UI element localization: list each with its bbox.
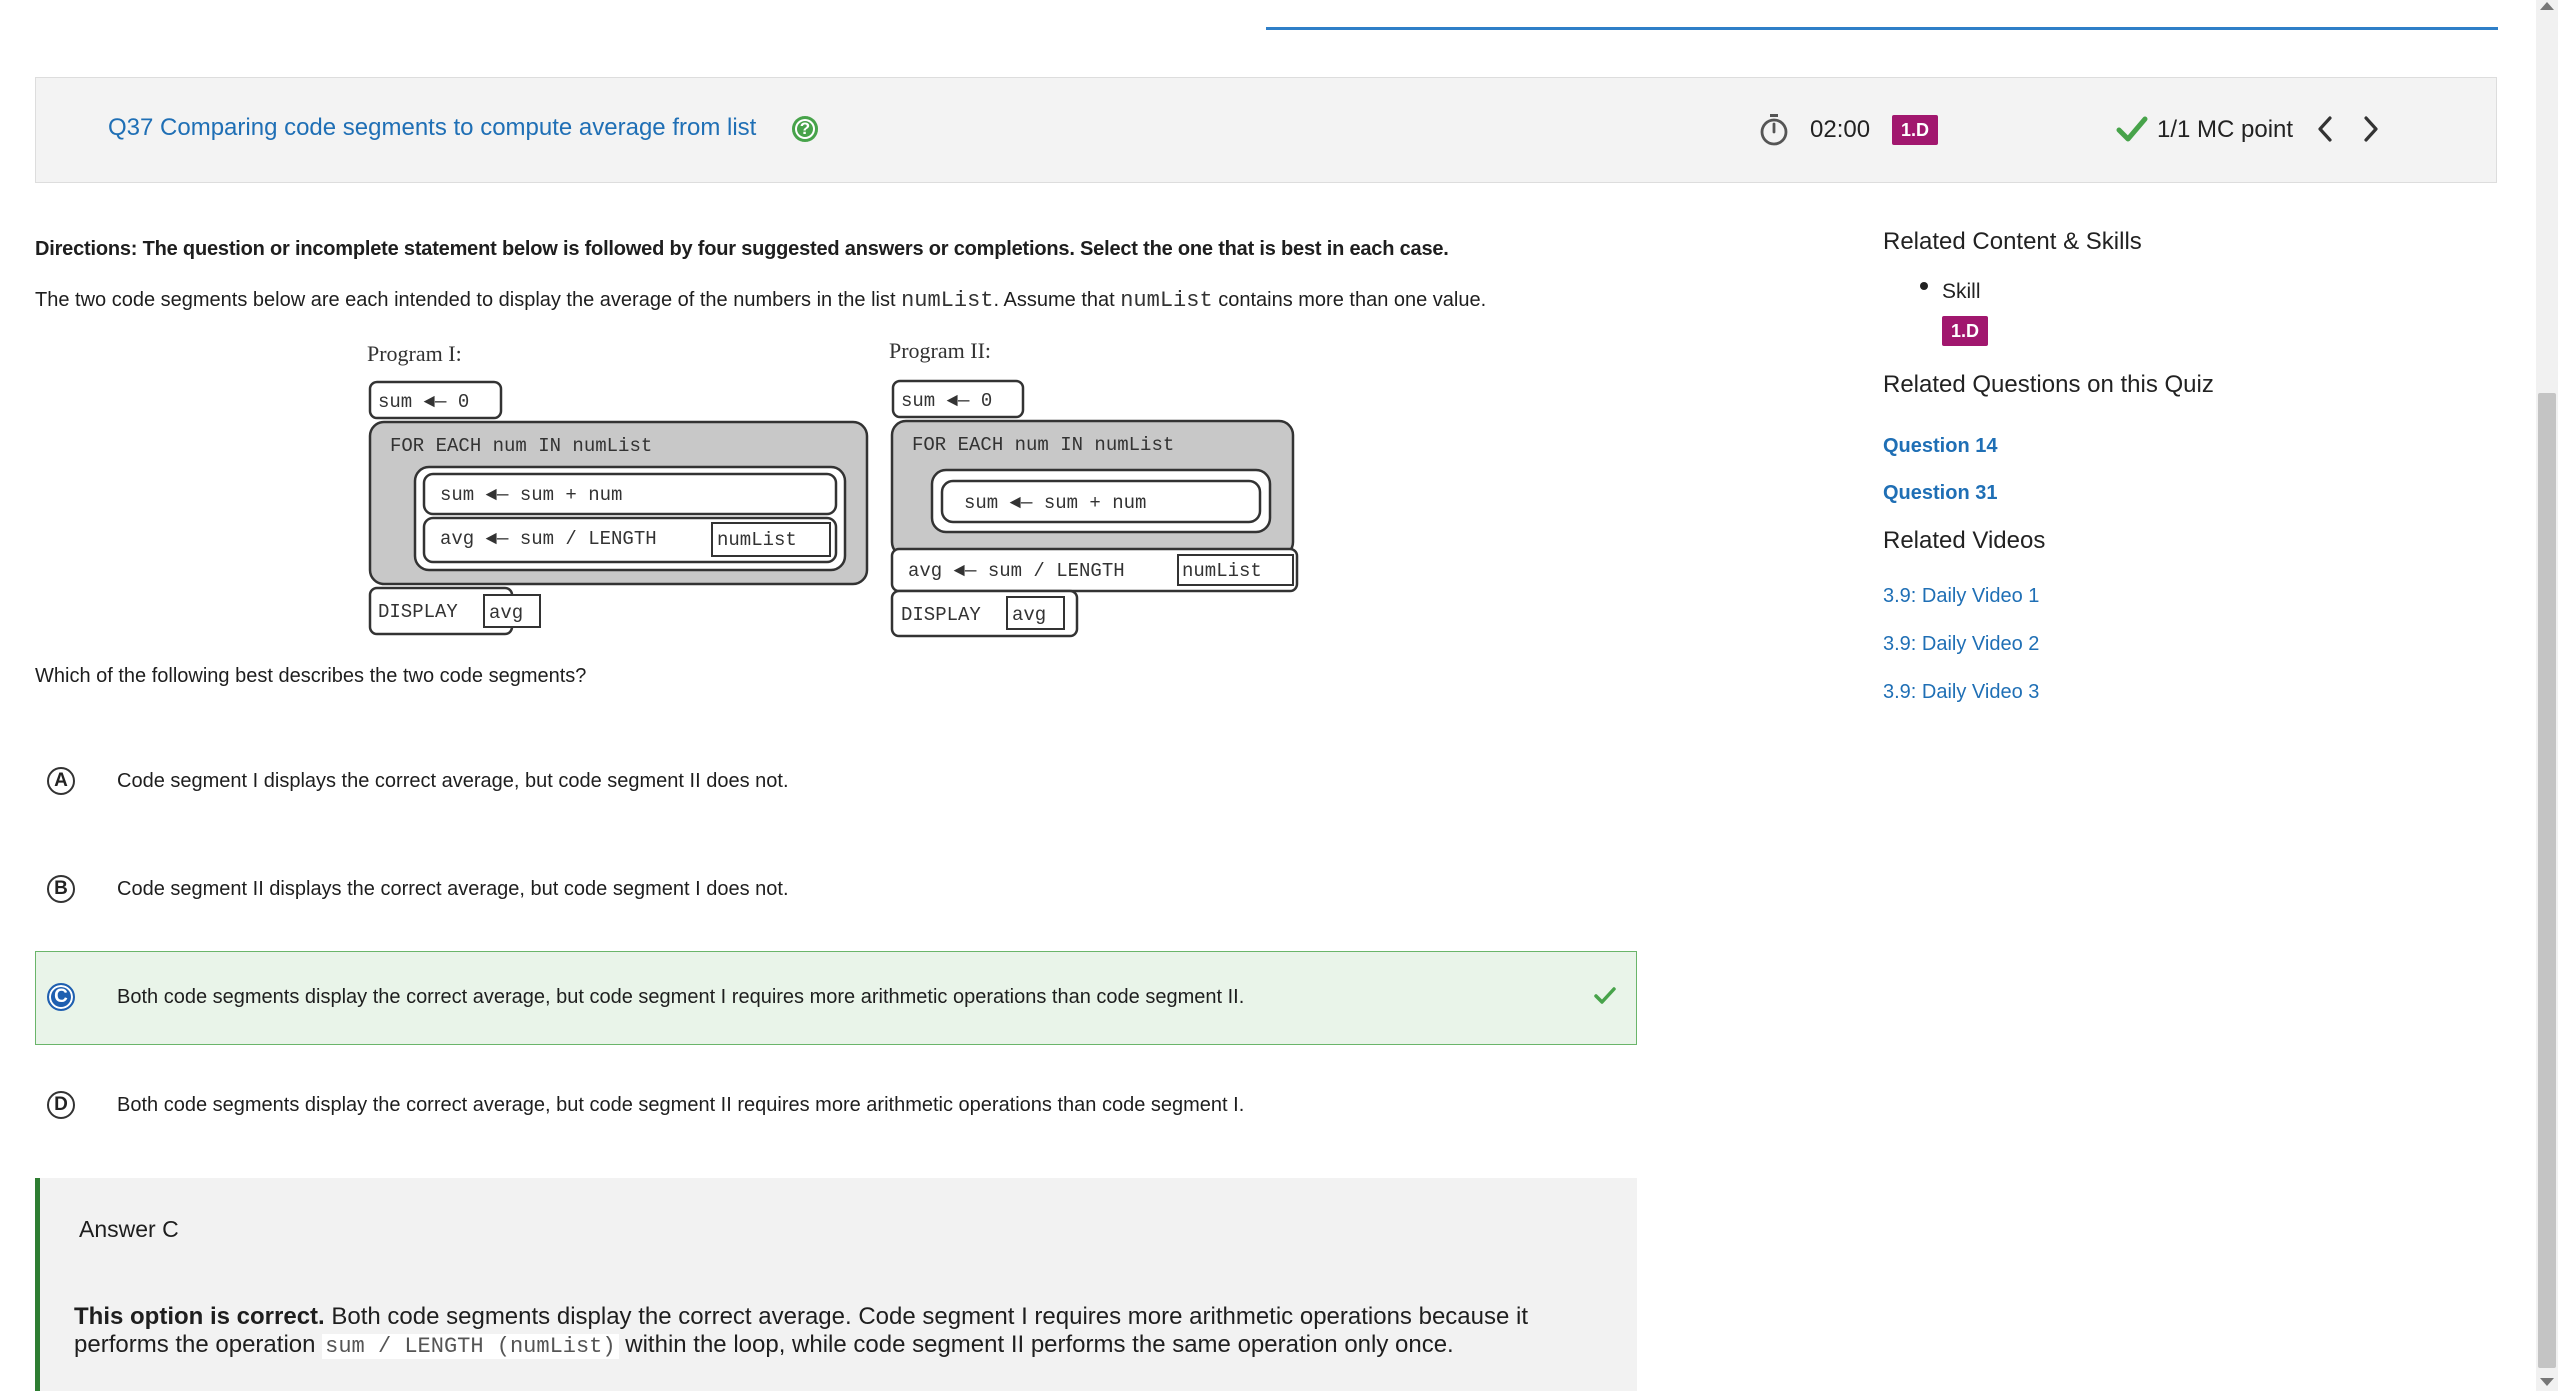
related-video-link[interactable]: 3.9: Daily Video 3 xyxy=(1883,681,2039,704)
program-2-after: avg ◄— sum / LENGTH xyxy=(908,560,1125,582)
scrollbar-thumb[interactable] xyxy=(2538,393,2556,1368)
program-1-display: DISPLAY xyxy=(378,601,458,623)
choice-text: Both code segments display the correct a… xyxy=(117,986,1245,1008)
program-1-display-box: avg xyxy=(489,602,523,624)
related-videos-heading: Related Videos xyxy=(1883,527,2046,554)
program-2-diagram: Program II: sum ◄— 0 FOR EACH num IN num… xyxy=(889,338,1299,638)
program-1-body2-box: numList xyxy=(717,529,797,551)
program-1-loop: FOR EACH num IN numList xyxy=(390,435,652,457)
program-2-label: Program II: xyxy=(889,338,991,363)
checkmark-icon xyxy=(2116,116,2148,142)
related-content-heading: Related Content & Skills xyxy=(1883,228,2142,255)
timer: 02:00 xyxy=(1810,116,1871,143)
mc-points: 1/1 MC point xyxy=(2157,116,2294,143)
choice-d[interactable]: D Both code segments display the correct… xyxy=(35,1059,1637,1153)
program-2-body1: sum ◄— sum + num xyxy=(964,492,1146,514)
question-header: Q37 Comparing code segments to compute a… xyxy=(35,77,2497,183)
skill-label: Skill xyxy=(1942,280,1981,303)
choice-text: Both code segments display the correct a… xyxy=(117,1094,1245,1116)
answer-explanation: This option is correct. Both code segmen… xyxy=(74,1303,1528,1359)
program-1-init: sum ◄— 0 xyxy=(378,391,469,413)
program-2-display-box: avg xyxy=(1012,604,1046,626)
program-1-diagram: Program I: sum ◄— 0 FOR EACH num IN numL… xyxy=(367,341,869,636)
code-inline: sum / LENGTH (numList) xyxy=(322,1334,619,1359)
choice-c[interactable]: C Both code segments display the correct… xyxy=(35,951,1637,1045)
question-text: Which of the following best describes th… xyxy=(35,665,587,687)
directions: Directions: The question or incomplete s… xyxy=(35,238,1449,260)
scroll-down-arrow-icon[interactable] xyxy=(2540,1378,2554,1386)
answer-panel: Answer C This option is correct. Both co… xyxy=(35,1178,1637,1391)
question-prompt: The two code segments below are each int… xyxy=(35,288,1487,313)
choice-letter: D xyxy=(47,1091,75,1119)
code-numlist: numList xyxy=(1120,288,1213,313)
progress-line xyxy=(1266,27,2498,30)
program-1-label: Program I: xyxy=(367,341,462,366)
program-2-loop: FOR EACH num IN numList xyxy=(912,434,1174,456)
code-numlist: numList xyxy=(901,288,994,313)
skill-badge: 1.D xyxy=(1892,115,1939,145)
choice-letter: C xyxy=(47,983,75,1011)
program-2-init: sum ◄— 0 xyxy=(901,390,992,412)
choice-text: Code segment II displays the correct ave… xyxy=(117,878,789,900)
choice-letter: B xyxy=(47,875,75,903)
related-questions-heading: Related Questions on this Quiz xyxy=(1883,371,2214,398)
correct-check-icon xyxy=(1594,987,1616,1004)
scroll-up-arrow-icon[interactable] xyxy=(2540,2,2554,10)
program-2-display: DISPLAY xyxy=(901,604,981,626)
related-video-link[interactable]: 3.9: Daily Video 2 xyxy=(1883,633,2039,656)
related-question-link[interactable]: Question 31 xyxy=(1883,482,1997,505)
chevron-left-icon[interactable] xyxy=(2314,114,2336,144)
related-question-link[interactable]: Question 14 xyxy=(1883,435,1997,458)
choice-text: Code segment I displays the correct aver… xyxy=(117,770,789,792)
program-2-after-box: numList xyxy=(1182,560,1262,582)
program-figure: Program I: sum ◄— 0 FOR EACH num IN numL… xyxy=(367,338,1299,638)
choice-letter: A xyxy=(47,767,75,795)
program-1-body1: sum ◄— sum + num xyxy=(440,484,622,506)
question-title: Q37 Comparing code segments to compute a… xyxy=(108,114,757,141)
related-video-link[interactable]: 3.9: Daily Video 1 xyxy=(1883,585,2039,608)
chevron-right-icon[interactable] xyxy=(2360,114,2382,144)
stopwatch-icon xyxy=(1760,114,1788,146)
bullet xyxy=(1920,282,1928,290)
choice-a[interactable]: A Code segment I displays the correct av… xyxy=(35,735,1637,829)
program-1-body2: avg ◄— sum / LENGTH xyxy=(440,528,657,550)
help-icon[interactable]: ? xyxy=(792,116,818,142)
skill-badge: 1.D xyxy=(1942,316,1989,346)
choice-b[interactable]: B Code segment II displays the correct a… xyxy=(35,843,1637,937)
answer-title: Answer C xyxy=(79,1216,179,1242)
